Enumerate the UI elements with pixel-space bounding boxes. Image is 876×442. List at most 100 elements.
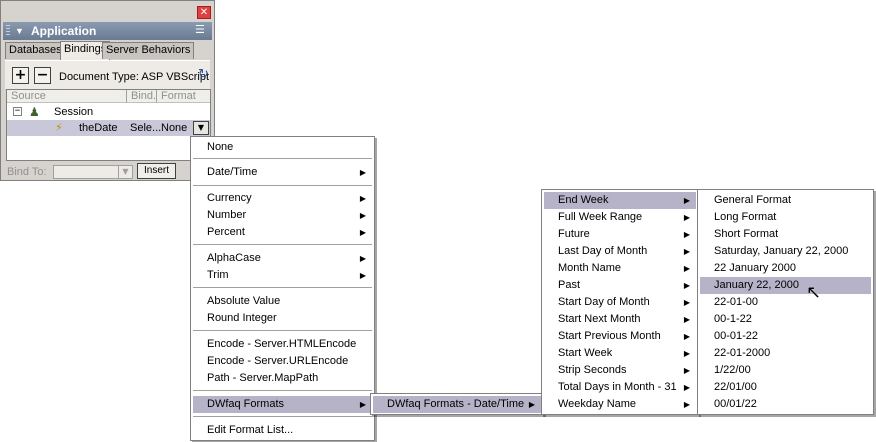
- tab-databases[interactable]: Databases: [5, 42, 66, 59]
- tree-row-session[interactable]: − ♟ Session: [7, 104, 210, 120]
- dwfaq-submenu: DWfaq Formats - Date/Time ▶: [370, 393, 544, 415]
- menu-item-format-dd-mm-yy[interactable]: 22-01-00: [700, 294, 871, 311]
- bindings-toolbar: + − Document Type: ASP VBScript ↻: [5, 60, 210, 89]
- variable-icon: ⚡: [55, 121, 63, 134]
- menu-item-long-format[interactable]: Long Format: [700, 209, 871, 226]
- menu-item-currency[interactable]: Currency ▶: [193, 190, 372, 207]
- menu-item-format-yy-mm-dd-slash[interactable]: 00/01/22: [700, 396, 871, 413]
- collapse-node-icon[interactable]: −: [13, 107, 22, 116]
- submenu-arrow-icon: ▶: [683, 383, 690, 392]
- bind-to-label: Bind To:: [7, 166, 47, 178]
- menu-item-start-next-month[interactable]: Start Next Month ▶: [544, 311, 696, 328]
- menu-item-datetime[interactable]: Date/Time ▶: [193, 164, 372, 181]
- menu-item-start-week[interactable]: Start Week ▶: [544, 345, 696, 362]
- menu-separator: [193, 158, 372, 159]
- menu-item-format-yy-m-dd[interactable]: 00-1-22: [700, 311, 871, 328]
- panel-options-icon[interactable]: ☰: [195, 25, 205, 36]
- menu-item-month-name[interactable]: Month Name ▶: [544, 260, 696, 277]
- menu-item-future[interactable]: Future ▶: [544, 226, 696, 243]
- remove-binding-button[interactable]: −: [34, 67, 51, 84]
- submenu-arrow-icon: ▶: [359, 228, 366, 237]
- submenu-arrow-icon: ▶: [683, 213, 690, 222]
- menu-separator: [193, 330, 372, 331]
- binding-value: Sele...: [130, 122, 162, 134]
- menu-separator: [193, 287, 372, 288]
- submenu-arrow-icon: ▶: [359, 254, 366, 263]
- panel-frame-bar: ✕: [1, 1, 214, 21]
- menu-item-format-yy-mm-dd[interactable]: 00-01-22: [700, 328, 871, 345]
- menu-item-full-week-range[interactable]: Full Week Range ▶: [544, 209, 696, 226]
- menu-item-general-format[interactable]: General Format: [700, 192, 871, 209]
- refresh-icon[interactable]: ↻: [198, 67, 209, 82]
- menu-item-weekday-name[interactable]: Weekday Name ▶: [544, 396, 696, 413]
- menu-item-alphacase[interactable]: AlphaCase ▶: [193, 250, 372, 267]
- binding-name: theDate: [79, 122, 118, 134]
- menu-item-format-dd-mm-yyyy[interactable]: 22-01-2000: [700, 345, 871, 362]
- submenu-arrow-icon: ▶: [683, 281, 690, 290]
- session-icon: ♟: [29, 105, 40, 119]
- menu-item-start-previous-month[interactable]: Start Previous Month ▶: [544, 328, 696, 345]
- menu-item-end-week[interactable]: End Week ▶: [544, 192, 696, 209]
- format-dropdown-button[interactable]: ▼: [193, 121, 209, 135]
- insert-button[interactable]: Insert: [137, 163, 176, 179]
- chevron-down-icon[interactable]: ▼: [118, 166, 132, 178]
- column-format[interactable]: Format: [157, 90, 210, 103]
- menu-item-past[interactable]: Past ▶: [544, 277, 696, 294]
- menu-item-none[interactable]: None: [193, 139, 372, 156]
- menu-item-format-m-dd-yy[interactable]: 1/22/00: [700, 362, 871, 379]
- menu-item-dwfaq-datetime[interactable]: DWfaq Formats - Date/Time ▶: [373, 396, 541, 413]
- submenu-arrow-icon: ▶: [683, 264, 690, 273]
- tree-row-thedate[interactable]: ⚡ theDate Sele... None ▼: [7, 120, 210, 136]
- submenu-arrow-icon: ▶: [359, 400, 366, 409]
- menu-item-url-encode[interactable]: Encode - Server.URLEncode: [193, 353, 372, 370]
- session-node-label: Session: [54, 106, 94, 118]
- panel-titlebar[interactable]: ▼ Application ☰: [3, 22, 212, 40]
- menu-item-total-days-in-month[interactable]: Total Days in Month - 31 ▶: [544, 379, 696, 396]
- collapse-triangle-icon[interactable]: ▼: [15, 26, 24, 36]
- menu-item-html-encode[interactable]: Encode - Server.HTMLEncode: [193, 336, 372, 353]
- menu-item-format-day-month-year[interactable]: 22 January 2000: [700, 260, 871, 277]
- bind-to-select[interactable]: ▼: [53, 165, 133, 179]
- menu-separator: [193, 244, 372, 245]
- close-icon[interactable]: ✕: [197, 6, 211, 19]
- menu-separator: [193, 390, 372, 391]
- submenu-arrow-icon: ▶: [683, 332, 690, 341]
- add-binding-button[interactable]: +: [12, 67, 29, 84]
- menu-item-last-day-of-month[interactable]: Last Day of Month ▶: [544, 243, 696, 260]
- end-week-format-menu: General Format Long Format Short Format …: [697, 189, 874, 415]
- menu-item-trim[interactable]: Trim ▶: [193, 267, 372, 284]
- submenu-arrow-icon: ▶: [359, 211, 366, 220]
- submenu-arrow-icon: ▶: [683, 400, 690, 409]
- menu-item-start-day-of-month[interactable]: Start Day of Month ▶: [544, 294, 696, 311]
- menu-item-number[interactable]: Number ▶: [193, 207, 372, 224]
- menu-item-absolute-value[interactable]: Absolute Value: [193, 293, 372, 310]
- menu-separator: [193, 185, 372, 186]
- panel-title: Application: [31, 24, 97, 38]
- menu-item-format-long-weekday[interactable]: Saturday, January 22, 2000: [700, 243, 871, 260]
- document-type-label: Document Type: ASP VBScript: [59, 71, 210, 83]
- column-binding[interactable]: Bind...: [127, 90, 162, 103]
- menu-item-round-integer[interactable]: Round Integer: [193, 310, 372, 327]
- menu-item-format-dd-mm-yy-slash[interactable]: 22/01/00: [700, 379, 871, 396]
- format-menu: None Date/Time ▶ Currency ▶ Number ▶ Percen…: [190, 136, 375, 441]
- submenu-arrow-icon: ▶: [683, 230, 690, 239]
- menu-item-strip-seconds[interactable]: Strip Seconds ▶: [544, 362, 696, 379]
- submenu-arrow-icon: ▶: [683, 247, 690, 256]
- submenu-arrow-icon: ▶: [683, 349, 690, 358]
- bind-to-bar: Bind To: ▼ Insert: [5, 163, 211, 181]
- menu-item-short-format[interactable]: Short Format: [700, 226, 871, 243]
- menu-item-format-month-day-year[interactable]: January 22, 2000: [700, 277, 871, 294]
- application-panel: ✕ ▼ Application ☰ Databases Bindings Ser…: [0, 0, 215, 181]
- menu-separator: [193, 416, 372, 417]
- menu-item-edit-format-list[interactable]: Edit Format List...: [193, 422, 372, 439]
- submenu-arrow-icon: ▶: [359, 194, 366, 203]
- column-source[interactable]: Source: [7, 90, 127, 103]
- tab-server-behaviors[interactable]: Server Behaviors: [102, 42, 195, 59]
- menu-item-map-path[interactable]: Path - Server.MapPath: [193, 370, 372, 387]
- menu-item-percent[interactable]: Percent ▶: [193, 224, 372, 241]
- bindings-tree: Source Bind... Format − ♟ Session ⚡ theD…: [6, 89, 211, 161]
- submenu-arrow-icon: ▶: [683, 366, 690, 375]
- binding-format: None: [161, 122, 188, 134]
- grip-icon[interactable]: [6, 25, 10, 37]
- menu-item-dwfaq-formats[interactable]: DWfaq Formats ▶: [193, 396, 372, 413]
